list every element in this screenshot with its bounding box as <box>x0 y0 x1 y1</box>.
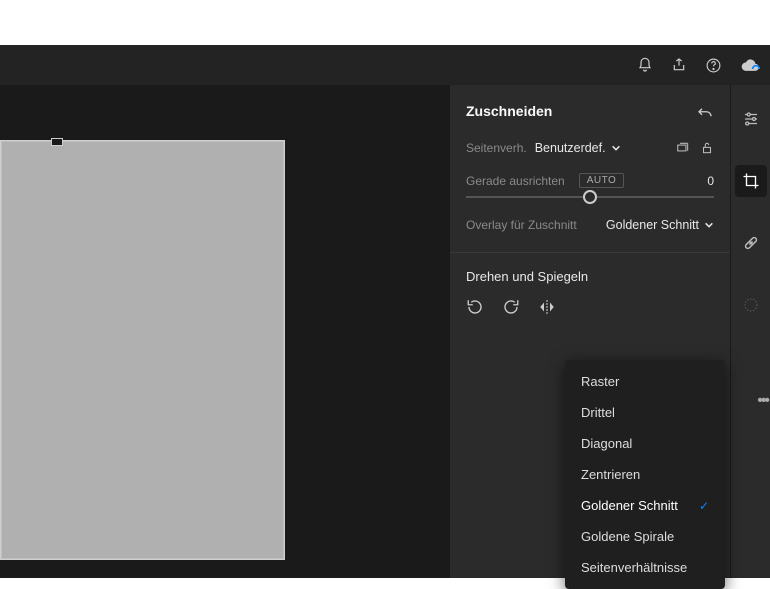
top-bar <box>0 45 770 85</box>
aspect-dropdown[interactable]: Benutzerdef. <box>535 141 621 155</box>
lock-icon[interactable] <box>700 141 714 155</box>
straighten-slider-track[interactable] <box>466 196 714 198</box>
overlay-option[interactable]: Raster <box>565 366 725 397</box>
auto-button[interactable]: AUTO <box>579 173 625 188</box>
overlay-dropdown-menu: Raster Drittel Diagonal Zentrieren Golde… <box>565 360 725 589</box>
overlay-value: Goldener Schnitt <box>606 218 699 232</box>
check-icon: ✓ <box>699 499 709 513</box>
overlay-option[interactable]: Goldener Schnitt✓ <box>565 490 725 521</box>
overlay-dropdown[interactable]: Goldener Schnitt <box>606 218 714 232</box>
radial-tool-icon[interactable] <box>735 289 767 321</box>
overlay-label: Overlay für Zuschnitt <box>466 218 577 232</box>
crop-document[interactable] <box>0 140 285 560</box>
overlay-option[interactable]: Seitenverhältnisse <box>565 552 725 583</box>
rotate-ccw-icon[interactable] <box>466 298 484 316</box>
chevron-down-icon <box>611 143 621 153</box>
overlay-option[interactable]: Diagonal <box>565 428 725 459</box>
tool-rail <box>730 85 770 578</box>
canvas-area[interactable] <box>0 85 450 578</box>
healing-tool-icon[interactable] <box>735 227 767 259</box>
straighten-label: Gerade ausrichten <box>466 174 565 188</box>
rotate-section-title: Drehen und Spiegeln <box>466 269 714 284</box>
aspect-label: Seitenverh. <box>466 141 527 155</box>
overlay-option[interactable]: Goldene Spirale <box>565 521 725 552</box>
swap-aspect-icon[interactable] <box>676 141 690 155</box>
help-icon[interactable] <box>705 57 722 74</box>
straighten-slider-thumb[interactable] <box>583 190 597 204</box>
undo-icon[interactable] <box>696 104 714 118</box>
flip-horizontal-icon[interactable] <box>538 298 556 316</box>
rotate-cw-icon[interactable] <box>502 298 520 316</box>
bell-icon[interactable] <box>637 57 653 73</box>
cloud-sync-icon[interactable] <box>740 57 760 73</box>
aspect-value: Benutzerdef. <box>535 141 606 155</box>
sliders-tool-icon[interactable] <box>735 103 767 135</box>
chevron-down-icon <box>704 220 714 230</box>
more-options-icon[interactable]: ••• <box>757 392 768 410</box>
overlay-option[interactable]: Zentrieren <box>565 459 725 490</box>
share-icon[interactable] <box>671 57 687 73</box>
crop-tool-icon[interactable] <box>735 165 767 197</box>
overlay-option[interactable]: Drittel <box>565 397 725 428</box>
straighten-value: 0 <box>707 174 714 188</box>
panel-title: Zuschneiden <box>466 103 552 119</box>
